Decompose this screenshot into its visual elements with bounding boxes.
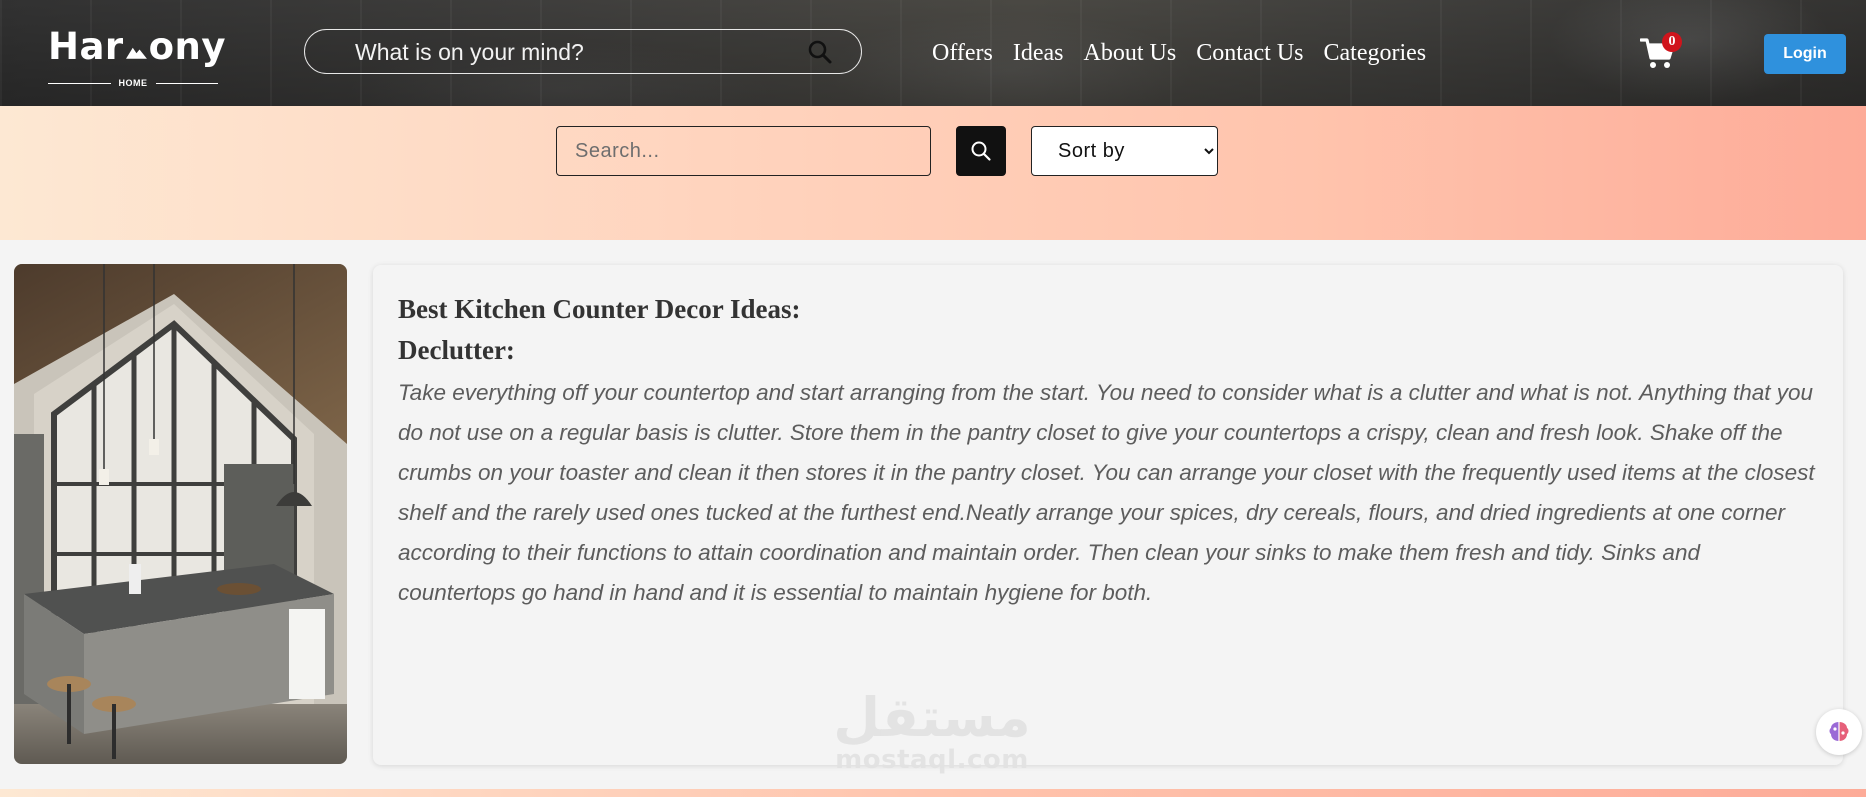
kitchen-illustration	[14, 264, 347, 764]
search-icon	[971, 141, 991, 161]
filter-search-input[interactable]	[556, 126, 931, 176]
filter-search-button[interactable]	[956, 126, 1006, 176]
nav-about-us[interactable]: About Us	[1084, 38, 1177, 68]
sort-by-select[interactable]: Sort by	[1031, 126, 1218, 176]
brain-icon	[1829, 722, 1849, 741]
logo-subtitle: HOME	[48, 78, 218, 88]
article-title: Best Kitchen Counter Decor Ideas:	[398, 294, 801, 324]
main-nav: Offers Ideas About Us Contact Us Categor…	[932, 38, 1426, 68]
logo-wordmark: Har ony	[48, 25, 226, 68]
harmony-logo[interactable]: Har ony HOME	[48, 28, 226, 88]
site-header: Har ony HOME Offers Ideas About Us Conta…	[0, 0, 1866, 106]
filter-bar: Sort by	[0, 106, 1866, 240]
bottom-strip	[0, 789, 1866, 797]
nav-offers[interactable]: Offers	[932, 38, 993, 68]
nav-categories[interactable]: Categories	[1324, 38, 1427, 68]
search-icon[interactable]	[807, 39, 833, 65]
mostaql-watermark: مستقل mostaql.com	[833, 686, 1031, 775]
article-subtitle: Declutter:	[398, 335, 515, 365]
article-body: Take everything off your countertop and …	[398, 380, 1815, 605]
nav-contact-us[interactable]: Contact Us	[1196, 38, 1303, 68]
mountain-icon	[125, 47, 147, 59]
header-search	[304, 29, 862, 74]
brain-widget-button[interactable]	[1816, 709, 1862, 755]
nav-ideas[interactable]: Ideas	[1013, 38, 1064, 68]
header-search-input[interactable]	[355, 38, 795, 66]
kitchen-photo	[14, 264, 347, 764]
login-button[interactable]: Login	[1764, 34, 1846, 74]
article-card: Best Kitchen Counter Decor Ideas: Declut…	[373, 265, 1843, 765]
cart-count-badge: 0	[1662, 32, 1682, 52]
